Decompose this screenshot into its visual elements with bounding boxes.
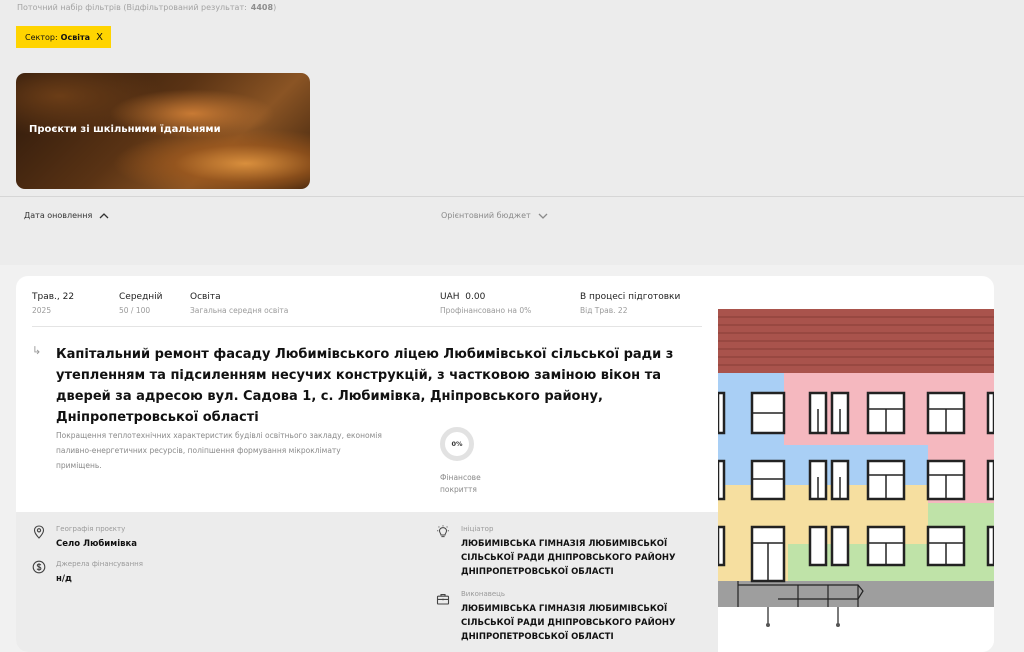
budget-amount: 0.00	[465, 292, 486, 302]
executor-value: ЛЮБИМІВСЬКА ГІМНАЗІЯ ЛЮБИМІВСЬКОЇ СІЛЬСЬ…	[461, 604, 676, 642]
update-date-year: 2025	[32, 306, 52, 315]
filter-summary-label: Поточний набір фільтрів (Відфільтрований…	[17, 3, 247, 12]
lightbulb-icon	[437, 525, 449, 538]
collection-card-school-canteens[interactable]: Проєкти зі шкільними їдальнями	[16, 73, 310, 189]
filter-summary: Поточний набір фільтрів (Відфільтрований…	[17, 3, 276, 12]
briefcase-icon	[436, 594, 450, 605]
filter-result-count: 4408	[250, 3, 274, 12]
sector-name: Освіта	[190, 292, 221, 302]
funding-label: Джерела фінансування	[56, 560, 143, 568]
initiator-label: Ініціатор	[461, 525, 494, 533]
budget-currency: UAH	[440, 292, 460, 302]
status-since: Від Трав. 22	[580, 306, 628, 315]
sort-by-budget-button[interactable]: Орієнтовний бюджет	[441, 211, 548, 220]
geo-label: Географія проєкту	[56, 525, 126, 533]
executor-label: Виконавець	[461, 590, 506, 598]
update-date-day: Трав., 22	[32, 292, 75, 302]
filter-summary-close: )	[273, 3, 277, 12]
project-status: В процесі підготовки Від Трав. 22	[580, 292, 680, 315]
chip-label: Сектор:	[25, 32, 58, 42]
chip-value: Освіта	[60, 32, 91, 42]
readiness-level: Середній	[119, 292, 163, 302]
chevron-up-icon	[99, 212, 109, 218]
readiness-score: 50 / 100	[119, 306, 151, 315]
coverage-ring: 0%	[440, 427, 474, 461]
arrow-icon: ↳	[32, 344, 42, 357]
sort-date-label: Дата оновлення	[24, 211, 93, 220]
project-card[interactable]: Трав., 22 2025 Середній 50 / 100 Освіта …	[16, 276, 994, 652]
coverage-percent: 0%	[451, 440, 463, 448]
money-bag-icon	[32, 560, 46, 574]
divider	[32, 326, 702, 327]
budget: UAH 0.00 Профінансовано на 0%	[440, 292, 531, 315]
coverage-label: Фінансове покриття	[440, 473, 481, 494]
initiator-value: ЛЮБИМІВСЬКА ГІМНАЗІЯ ЛЮБИМІВСЬКОЇ СІЛЬСЬ…	[461, 539, 676, 577]
readiness: Середній 50 / 100	[119, 292, 163, 315]
funding-value: н/д	[56, 574, 72, 584]
status-label: В процесі підготовки	[580, 292, 681, 302]
sector-filter-chip[interactable]: Сектор: Освіта X	[16, 26, 111, 48]
update-date: Трав., 22 2025	[32, 292, 74, 315]
chevron-down-icon	[538, 213, 548, 219]
project-title[interactable]: Капітальний ремонт фасаду Любимівського …	[56, 344, 706, 428]
divider	[0, 196, 1024, 197]
sort-by-date-button[interactable]: Дата оновлення	[24, 211, 109, 220]
location-pin-icon	[33, 525, 45, 539]
project-image	[718, 309, 994, 652]
subsector-name: Загальна середня освіта	[190, 306, 289, 315]
collection-card-title: Проєкти зі шкільними їдальнями	[29, 124, 221, 135]
project-description: Покращення теплотехнічних характеристик …	[56, 431, 382, 470]
sector: Освіта Загальна середня освіта	[190, 292, 288, 315]
close-icon[interactable]: X	[96, 32, 103, 43]
sort-budget-label: Орієнтовний бюджет	[441, 211, 531, 220]
geo-value: Село Любимівка	[56, 539, 137, 549]
financed-percent: Профінансовано на 0%	[440, 306, 532, 315]
project-details: Географія проєкту Село Любимівка Джерела…	[16, 512, 718, 652]
